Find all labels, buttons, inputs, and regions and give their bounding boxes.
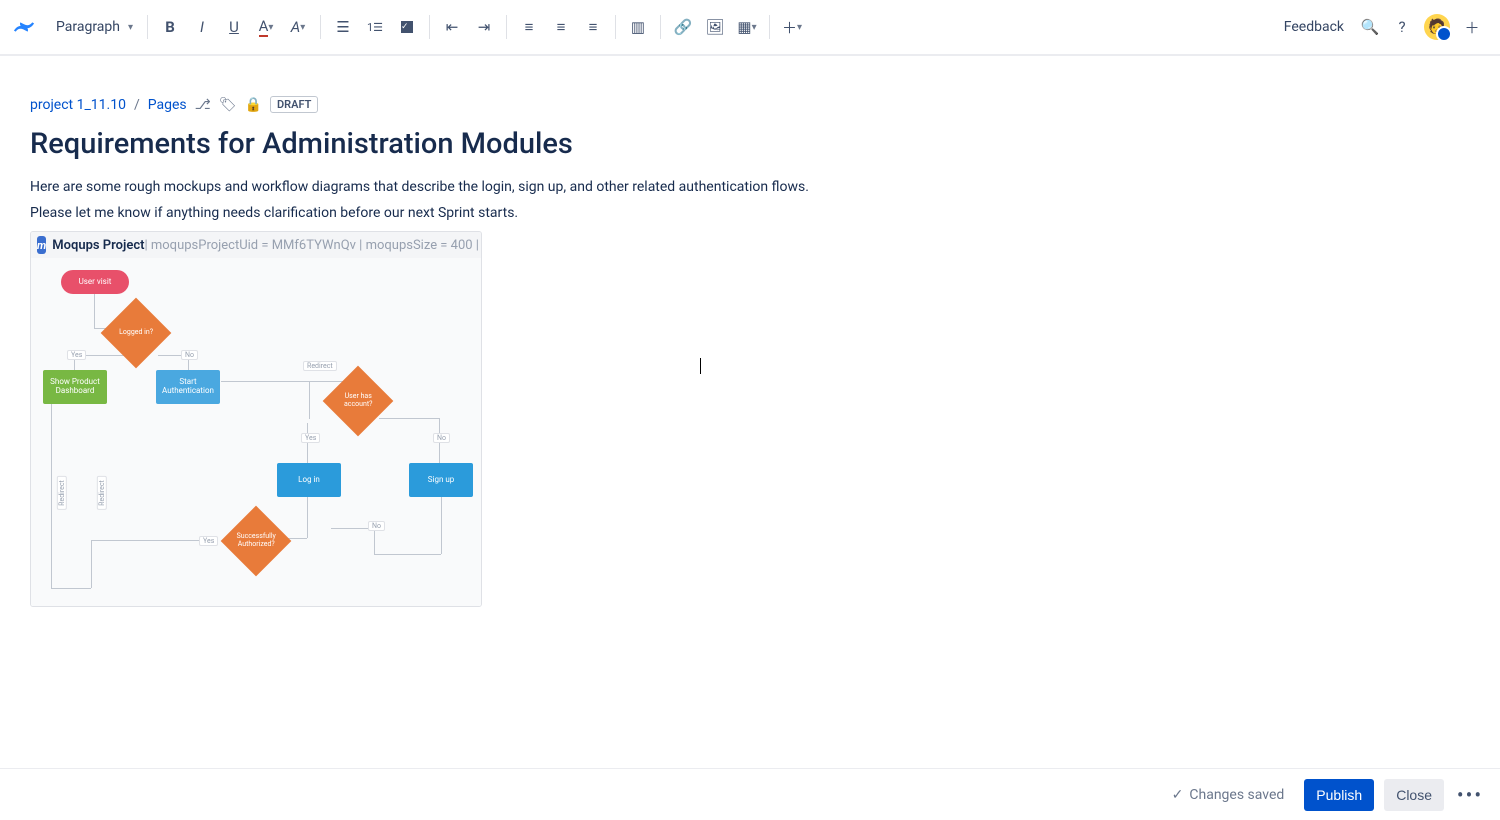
macro-title: Moqups Project <box>52 238 144 253</box>
breadcrumb: project 1_11.10 / Pages ⎇ 🏷 🔒 DRAFT <box>30 96 1470 113</box>
flow-edge-label: Redirect <box>303 361 337 371</box>
separator <box>660 15 661 39</box>
close-button[interactable]: Close <box>1384 779 1444 811</box>
layout-button[interactable]: ▥ <box>622 11 654 43</box>
outdent-button[interactable]: ⇤ <box>436 11 468 43</box>
flow-edge-label: Redirect <box>97 476 107 510</box>
flow-node-logged-in: Logged in? <box>111 308 161 358</box>
editor-content[interactable]: project 1_11.10 / Pages ⎇ 🏷 🔒 DRAFT Requ… <box>0 56 1500 607</box>
macro-header: m Moqups Project | moqupsProjectUid = MM… <box>31 232 481 258</box>
link-button[interactable]: 🔗 <box>667 11 699 43</box>
page-title[interactable]: Requirements for Administration Modules <box>30 127 1470 161</box>
save-status: ✓ Changes saved <box>1172 787 1285 803</box>
more-actions-button[interactable]: ••• <box>1454 779 1486 811</box>
separator <box>429 15 430 39</box>
publish-button[interactable]: Publish <box>1304 779 1374 811</box>
restrictions-icon[interactable]: 🔒 <box>245 97 262 113</box>
text-style-select[interactable]: Paragraph ▾ <box>48 11 141 43</box>
breadcrumb-separator: / <box>134 97 140 113</box>
separator <box>769 15 770 39</box>
macro-meta: | moqupsProjectUid = MMf6TYWnQv | moqups… <box>144 238 481 253</box>
separator <box>506 15 507 39</box>
breadcrumb-pages[interactable]: Pages <box>148 97 187 113</box>
bold-button[interactable]: B <box>154 11 186 43</box>
flow-node-login: Log in <box>277 463 341 497</box>
check-icon: ✓ <box>1172 787 1184 803</box>
confluence-logo-icon[interactable] <box>12 15 36 39</box>
flow-edge-label: Yes <box>67 350 86 360</box>
separator <box>147 15 148 39</box>
table-button[interactable]: ▦ ▾ <box>731 11 763 43</box>
labels-icon[interactable]: 🏷 <box>219 97 237 113</box>
moqups-logo-icon: m <box>37 236 46 254</box>
indent-button[interactable]: ⇥ <box>468 11 500 43</box>
text-style-label: Paragraph <box>56 19 120 35</box>
chevron-down-icon: ▾ <box>128 22 133 33</box>
flow-edge-label: No <box>181 350 198 360</box>
align-left-button[interactable]: ≡ <box>513 11 545 43</box>
paragraph[interactable]: Please let me know if anything needs cla… <box>30 205 1470 221</box>
flow-node-has-account: User has account? <box>333 376 383 426</box>
numbered-list-button[interactable]: 1☰ <box>359 11 391 43</box>
bullet-list-button[interactable]: ☰ <box>327 11 359 43</box>
separator <box>320 15 321 39</box>
flow-node-start: User visit <box>61 270 129 294</box>
invite-button[interactable]: ＋ <box>1456 11 1488 43</box>
flow-edge-label: Redirect <box>57 476 67 510</box>
flow-node-authorized: Successfully Authorized? <box>231 516 281 566</box>
flow-edge-label: Yes <box>301 433 320 443</box>
image-button[interactable]: 🖼 <box>699 11 731 43</box>
page-tree-icon[interactable]: ⎇ <box>195 97 211 113</box>
text-color-button[interactable]: A ▾ <box>250 11 282 43</box>
moqups-macro[interactable]: m Moqups Project | moqupsProjectUid = MM… <box>30 231 482 607</box>
separator <box>615 15 616 39</box>
save-status-text: Changes saved <box>1189 787 1284 803</box>
italic-button[interactable]: I <box>186 11 218 43</box>
avatar[interactable]: 🧑 <box>1424 14 1450 40</box>
underline-button[interactable]: U <box>218 11 250 43</box>
flow-edge-label: No <box>433 433 450 443</box>
editor-footer: ✓ Changes saved Publish Close ••• <box>0 768 1500 820</box>
flow-node-start-auth: Start Authentication <box>156 370 220 404</box>
task-list-button[interactable]: ✓ <box>391 11 423 43</box>
align-center-button[interactable]: ≡ <box>545 11 577 43</box>
help-icon[interactable]: ? <box>1386 11 1418 43</box>
flow-edge-label: No <box>368 521 385 531</box>
draft-badge: DRAFT <box>270 96 318 113</box>
insert-more-button[interactable]: ＋ ▾ <box>776 11 808 43</box>
flow-node-dashboard: Show Product Dashboard <box>43 370 107 404</box>
flow-edge-label: Yes <box>199 536 218 546</box>
text-cursor <box>700 358 701 374</box>
search-icon[interactable]: 🔍 <box>1354 11 1386 43</box>
align-right-button[interactable]: ≡ <box>577 11 609 43</box>
paragraph[interactable]: Here are some rough mockups and workflow… <box>30 179 1470 195</box>
feedback-link[interactable]: Feedback <box>1274 19 1354 35</box>
editor-toolbar: Paragraph ▾ B I U A ▾ A ▾ ☰ 1☰ ✓ ⇤ ⇥ ≡ ≡… <box>0 0 1500 56</box>
highlight-button[interactable]: A ▾ <box>282 11 314 43</box>
flow-node-signup: Sign up <box>409 463 473 497</box>
breadcrumb-project[interactable]: project 1_11.10 <box>30 97 126 113</box>
flowchart-diagram: User visit Logged in? Show Product Dashb… <box>31 258 481 606</box>
